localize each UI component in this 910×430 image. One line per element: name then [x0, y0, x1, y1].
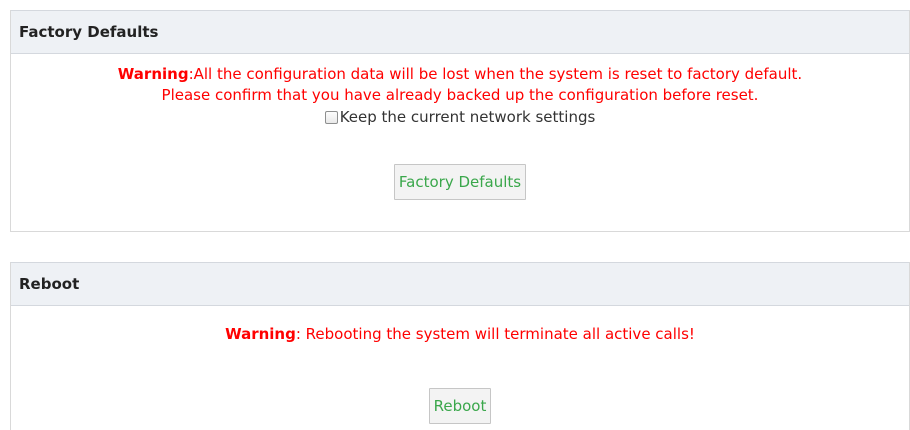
- keep-network-settings-label: Keep the current network settings: [339, 108, 596, 126]
- reboot-button[interactable]: Reboot: [428, 388, 492, 424]
- factory-confirm-text: Please confirm that you have already bac…: [161, 86, 759, 104]
- factory-defaults-header: Factory Defaults: [11, 10, 909, 54]
- factory-warning-label: Warning: [117, 65, 189, 83]
- keep-network-settings-option[interactable]: Keep the current network settings: [324, 107, 596, 128]
- factory-defaults-panel: Factory Defaults Warning:All the configu…: [10, 10, 910, 232]
- factory-defaults-title: Factory Defaults: [19, 23, 159, 41]
- factory-defaults-body: Warning:All the configuration data will …: [11, 54, 909, 200]
- factory-warning-text: :All the configuration data will be lost…: [188, 65, 803, 83]
- keep-network-settings-checkbox[interactable]: [324, 111, 338, 124]
- factory-warning-line: Warning:All the configuration data will …: [11, 64, 909, 85]
- reboot-warning-label: Warning: [225, 325, 296, 343]
- factory-defaults-button[interactable]: Factory Defaults: [393, 164, 527, 200]
- reboot-title: Reboot: [19, 275, 80, 293]
- reboot-body: Warning: Rebooting the system will termi…: [11, 306, 909, 424]
- reboot-header: Reboot: [11, 262, 909, 306]
- reboot-warning-text: : Rebooting the system will terminate al…: [295, 325, 695, 343]
- reboot-panel: Reboot Warning: Rebooting the system wil…: [10, 262, 910, 430]
- reboot-warning-line: Warning: Rebooting the system will termi…: [11, 324, 909, 345]
